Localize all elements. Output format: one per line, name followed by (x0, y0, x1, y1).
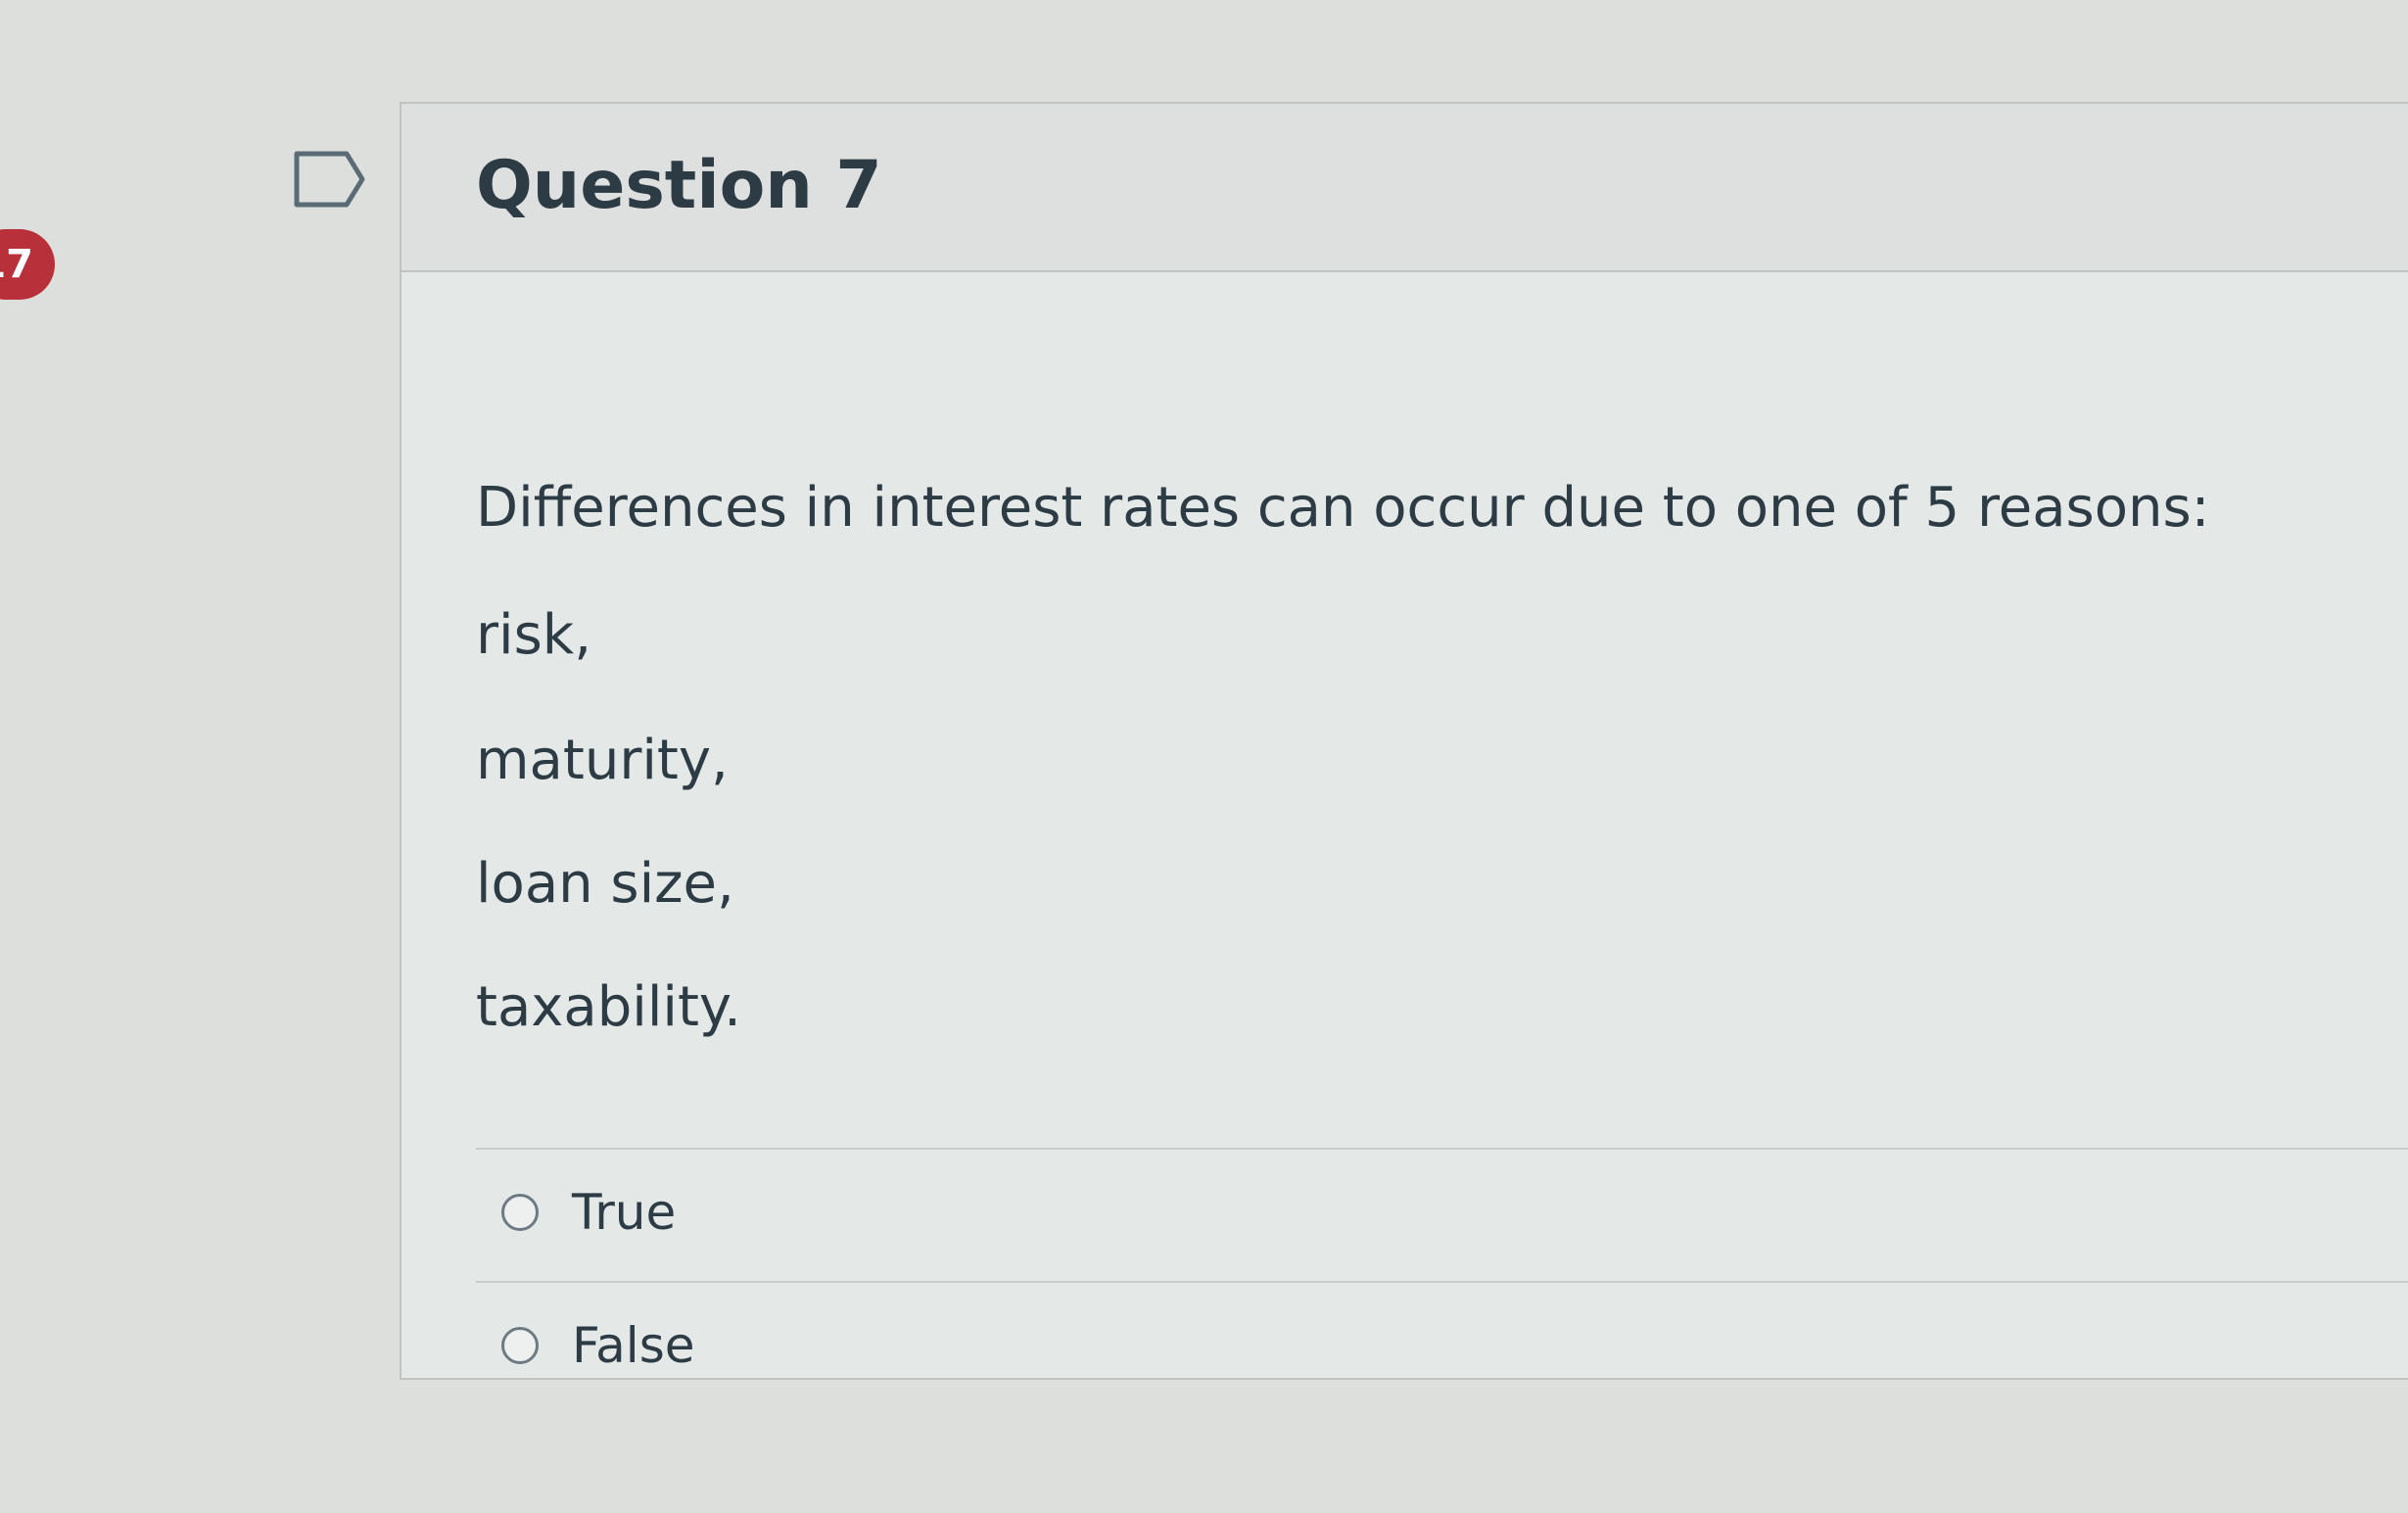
question-header: Question 7 (401, 104, 2408, 272)
radio-button-icon[interactable] (501, 1327, 539, 1364)
answer-label: True (572, 1184, 677, 1241)
question-title: Question 7 (476, 147, 882, 224)
answer-divider (476, 1281, 2408, 1283)
reason-item: taxability. (476, 975, 741, 1039)
answer-divider (476, 1148, 2408, 1150)
question-card: Question 7 Differences in interest rates… (400, 102, 2408, 1380)
answer-label: False (572, 1317, 695, 1374)
radio-button-icon[interactable] (501, 1194, 539, 1231)
reason-item: maturity, (476, 729, 729, 792)
reason-item: loan size, (476, 852, 734, 916)
answer-option-false[interactable]: False (476, 1287, 2408, 1404)
reason-item: risk, (476, 603, 591, 667)
answer-option-true[interactable]: True (476, 1154, 2408, 1271)
unread-count-badge: 17 (0, 229, 55, 300)
question-prompt: Differences in interest rates can occur … (476, 476, 2210, 540)
flag-question-icon[interactable] (292, 149, 368, 210)
question-body: Differences in interest rates can occur … (401, 272, 2408, 1378)
